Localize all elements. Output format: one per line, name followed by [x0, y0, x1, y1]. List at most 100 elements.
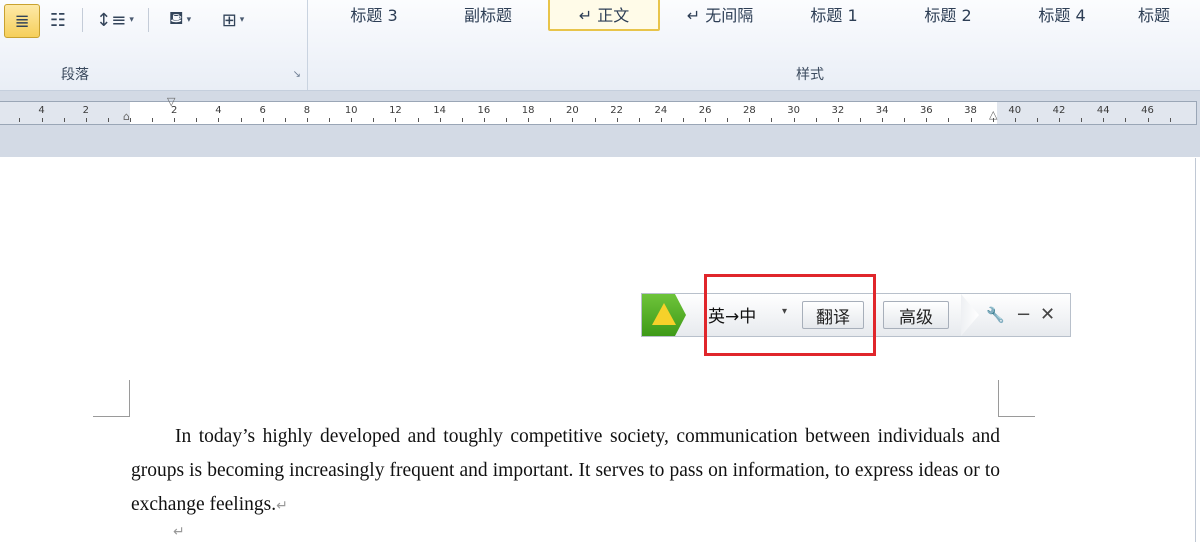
style-heading-3[interactable]: 标题 3 [330, 0, 418, 28]
ruler-tick-label: 14 [433, 105, 447, 116]
paragraph-text: In today’s highly developed and toughly … [131, 426, 1000, 515]
ruler-tick-label: 32 [831, 105, 845, 116]
ruler-tick [638, 118, 640, 122]
document-page: In today’s highly developed and toughly … [0, 158, 1196, 542]
ruler-tick [727, 118, 729, 122]
ruler-tick [572, 118, 574, 122]
styles-group-label: 样式 [796, 67, 824, 83]
ruler-tick [417, 118, 419, 122]
ruler-tick [506, 118, 508, 122]
ruler-tick [218, 118, 220, 122]
ruler-tick-label: 28 [742, 105, 756, 116]
ruler-tick [926, 118, 928, 122]
ruler-tick [41, 118, 43, 122]
ruler-tick [373, 118, 375, 122]
ruler-tick [683, 118, 684, 122]
ribbon: ≣ ☷ ↕≡ ▾ ⛾ ▾ ⊞ ▾ 段落 ↘ 标题 3 副标题 ↵ 正文 ↵ 无间… [0, 0, 1200, 91]
ruler-tick [948, 118, 950, 122]
ruler-tick [904, 118, 906, 122]
ruler-tick-label: 40 [1008, 105, 1022, 116]
translator-logo-icon[interactable] [642, 294, 686, 336]
horizontal-ruler[interactable]: ▽ ⌂ △ 4 2 2 4 6 8 10 12 14 16 18 20 22 24 26 28 30 32 34 36… [0, 95, 1197, 125]
ruler-tick [992, 118, 994, 122]
style-heading-2[interactable]: 标题 2 [904, 0, 992, 28]
ruler-tick-label: 12 [389, 105, 402, 116]
ruler-tick [528, 118, 530, 122]
left-indent-icon[interactable]: ⌂ [123, 110, 130, 123]
ruler-tick [174, 118, 176, 122]
advanced-button[interactable]: 高级 [883, 301, 949, 329]
ruler-tick [616, 118, 618, 122]
ruler-tick-label: 44 [1096, 105, 1110, 116]
settings-wrench-icon[interactable]: 🔧 [986, 306, 1005, 324]
paragraph-group-label: 段落 [61, 67, 89, 83]
dialog-launcher-icon[interactable]: ↘ [293, 69, 301, 80]
margin-corner-top-right [998, 380, 1035, 417]
ruler-tick [594, 118, 596, 122]
style-heading-4[interactable]: 标题 4 [1018, 0, 1106, 28]
ruler-tick [306, 118, 308, 122]
ruler-tick-label: 16 [477, 105, 491, 116]
chevron-down-icon: ▾ [186, 15, 192, 25]
borders-button[interactable]: ⊞ ▾ [210, 4, 256, 36]
ruler-tick [550, 118, 552, 122]
ruler-tick-label: 2 [82, 105, 89, 116]
style-subtitle[interactable]: 副标题 [444, 0, 532, 28]
ruler-tick-label: 38 [964, 105, 977, 116]
ruler-tick [439, 118, 441, 122]
body-paragraph[interactable]: In today’s highly developed and toughly … [131, 420, 1000, 524]
empty-paragraph-mark-icon: ↵ [173, 524, 185, 540]
ruler-tick [152, 118, 154, 122]
ruler-tick [660, 118, 662, 122]
paragraph-group: ≣ ☷ ↕≡ ▾ ⛾ ▾ ⊞ ▾ 段落 ↘ [0, 0, 308, 90]
line-spacing-button[interactable]: ↕≡ ▾ [92, 4, 138, 36]
chevron-down-icon: ▾ [129, 15, 134, 25]
line-spacing-icon: ↕≡ [96, 9, 127, 31]
ruler-tick [240, 118, 242, 122]
ruler-tick [882, 118, 884, 122]
annotation-highlight-box [704, 274, 876, 356]
ruler-tick [284, 118, 286, 122]
margin-corner-top-left [93, 380, 130, 417]
shading-button[interactable]: ⛾ ▾ [158, 4, 202, 36]
ruler-tick-label: 4 [38, 105, 45, 116]
ruler-tick [749, 118, 751, 122]
style-no-spacing[interactable]: ↵ 无间隔 [672, 0, 768, 28]
ruler-tick-label: 8 [303, 105, 311, 116]
ruler-tick-label: 4 [215, 105, 222, 116]
ruler-tick [793, 118, 795, 122]
ruler-tick-label: 34 [875, 105, 889, 116]
ruler-tick-label: 46 [1141, 105, 1154, 116]
ruler-tick [329, 118, 331, 122]
ruler-tick [461, 118, 463, 122]
ruler-tick [1125, 118, 1127, 122]
ruler-tick [483, 118, 485, 122]
style-normal[interactable]: ↵ 正文 [548, 0, 660, 31]
ruler-tick-label: 10 [344, 105, 358, 116]
minimize-icon[interactable]: − [1016, 304, 1031, 325]
justify-icon: ≣ [14, 10, 30, 32]
ruler-tick-label: 18 [521, 105, 535, 116]
logo-triangle [652, 303, 676, 325]
ruler-tick-label: 6 [259, 105, 266, 116]
ruler-tick-label: 2 [171, 105, 178, 116]
toolbar-divider [82, 8, 83, 32]
style-title[interactable]: 标题 [1138, 0, 1200, 28]
ruler-tick [262, 118, 264, 122]
distributed-button[interactable]: ☷ [42, 4, 74, 36]
ruler-tick [815, 118, 817, 122]
style-heading-1[interactable]: 标题 1 [790, 0, 878, 28]
ruler-tick-label: 24 [654, 105, 668, 116]
ruler-tick [63, 118, 65, 122]
ruler-tick [1059, 118, 1061, 122]
ruler-tick [1147, 118, 1149, 122]
ruler-tick-label: 22 [610, 105, 623, 116]
paragraph-mark-icon: ↵ [276, 499, 288, 514]
ruler-tick [85, 118, 87, 122]
ruler-tick [1081, 118, 1083, 122]
ruler-area: ▽ ⌂ △ 4 2 2 4 6 8 10 12 14 16 18 20 22 24 26 28 30 32 34 36… [0, 91, 1200, 157]
justify-button[interactable]: ≣ [4, 4, 40, 38]
close-icon[interactable]: ✕ [1040, 304, 1055, 325]
ruler-tick [107, 118, 109, 122]
ruler-tick [705, 118, 707, 122]
